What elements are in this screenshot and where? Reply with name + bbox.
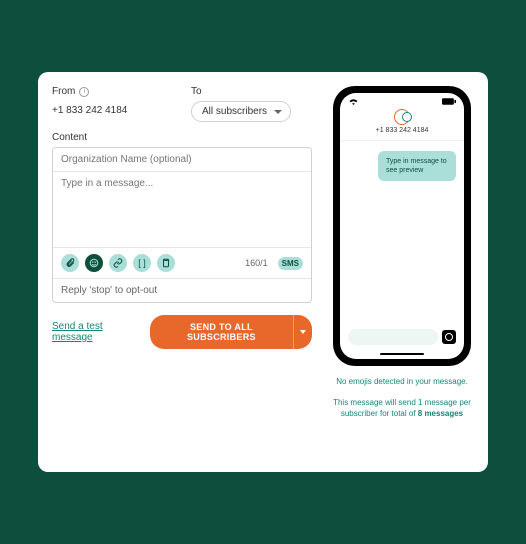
content-box: [ ] 160/1 SMS Reply 'stop' to opt-out [52,147,312,303]
from-label: From i [52,86,173,97]
to-select[interactable]: All subscribers [191,101,291,122]
to-label: To [191,86,312,97]
link-icon[interactable] [109,254,127,272]
phone-screen: +1 833 242 4184 Type in message to see p… [340,93,464,359]
content-label: Content [52,132,312,143]
battery-icon [442,98,456,105]
from-value: +1 833 242 4184 [52,101,173,116]
preview-column: +1 833 242 4184 Type in message to see p… [330,86,474,458]
org-name-input[interactable] [53,148,311,172]
send-button[interactable]: SEND TO ALL SUBSCRIBERS [150,315,292,349]
send-test-link[interactable]: Send a test message [52,321,136,343]
summary-note: This message will send 1 message per sub… [330,397,474,419]
actions-row: Send a test message SEND TO ALL SUBSCRIB… [52,315,312,349]
phone-contact-header: +1 833 242 4184 [340,107,464,141]
to-selected: All subscribers [202,106,267,117]
phone-statusbar [340,93,464,107]
preview-bubble: Type in message to see preview [378,151,456,181]
summary-strong: 8 messages [418,409,463,418]
sms-badge: SMS [278,257,303,270]
optout-text: Reply 'stop' to opt-out [53,279,311,302]
phone-messages: Type in message to see preview [340,141,464,191]
message-input[interactable] [53,172,311,244]
from-label-text: From [52,86,75,97]
avatar-icon [394,109,410,125]
phone-contact-number: +1 833 242 4184 [340,127,464,134]
emoji-note: No emojis detected in your message. [336,376,468,387]
send-dropdown-button[interactable] [293,315,312,349]
camera-icon [442,330,456,344]
to-field: To All subscribers [191,86,312,122]
send-button-group: SEND TO ALL SUBSCRIBERS [150,315,312,349]
merge-tag-icon[interactable]: [ ] [133,254,151,272]
editor-toolbar: [ ] 160/1 SMS [53,247,311,279]
emoji-icon[interactable] [85,254,103,272]
from-field: From i +1 833 242 4184 [52,86,173,122]
phone-preview: +1 833 242 4184 Type in message to see p… [333,86,471,366]
char-counter: 160/1 [245,258,268,268]
compose-card: From i +1 833 242 4184 To All subscriber… [38,72,488,472]
home-indicator [380,353,424,355]
wifi-icon [348,97,359,105]
template-icon[interactable] [157,254,175,272]
phone-text-input [348,329,438,345]
info-icon[interactable]: i [79,87,89,97]
attachment-icon[interactable] [61,254,79,272]
compose-form: From i +1 833 242 4184 To All subscriber… [52,86,312,458]
phone-input-area [348,329,456,345]
